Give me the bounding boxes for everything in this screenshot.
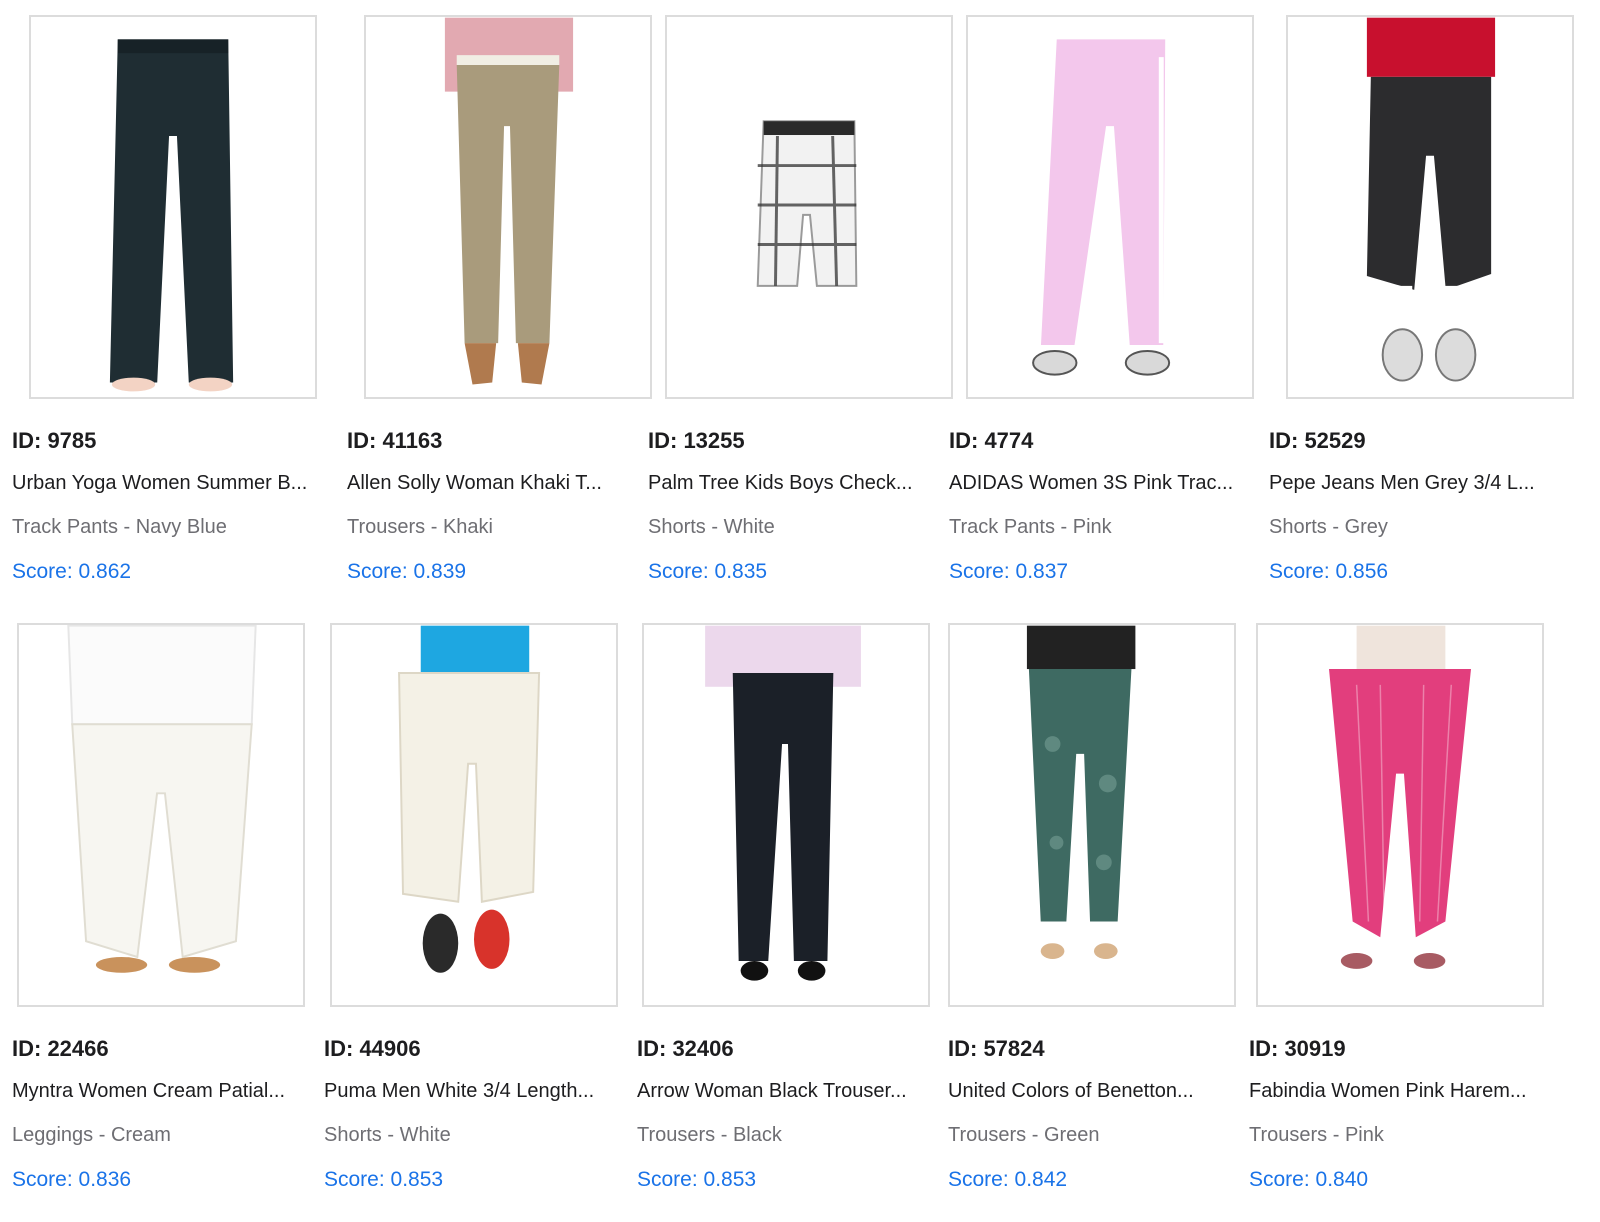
product-image[interactable] xyxy=(665,15,953,399)
product-title[interactable]: Puma Men White 3/4 Length... xyxy=(324,1080,649,1103)
product-title[interactable]: Myntra Women Cream Patial... xyxy=(12,1080,337,1103)
product-id: ID: 44906 xyxy=(324,1036,421,1061)
product-card[interactable]: ID: 32406 Arrow Woman Black Trouser... T… xyxy=(637,608,962,1198)
product-title[interactable]: Fabindia Women Pink Harem... xyxy=(1249,1080,1574,1103)
product-image[interactable] xyxy=(948,623,1236,1007)
product-category-color: Track Pants - Pink xyxy=(949,516,1112,538)
pink-track-pants-icon xyxy=(1032,39,1171,376)
product-card[interactable]: ID: 30919 Fabindia Women Pink Harem... T… xyxy=(1249,608,1574,1198)
product-image[interactable] xyxy=(29,15,317,399)
product-id: ID: 22466 xyxy=(12,1036,109,1061)
product-image[interactable] xyxy=(1286,15,1574,399)
product-id: ID: 4774 xyxy=(949,428,1034,453)
product-image[interactable] xyxy=(642,623,930,1007)
product-category-color: Trousers - Khaki xyxy=(347,516,493,538)
product-score: Score: 0.835 xyxy=(648,560,768,583)
product-image[interactable] xyxy=(17,623,305,1007)
check-shorts-icon xyxy=(756,120,858,287)
product-category-color: Trousers - Black xyxy=(637,1124,782,1146)
product-id: ID: 57824 xyxy=(948,1036,1045,1061)
product-category-color: Shorts - Grey xyxy=(1269,516,1388,538)
product-score: Score: 0.853 xyxy=(637,1168,757,1191)
product-card[interactable]: ID: 44906 Puma Men White 3/4 Length... S… xyxy=(324,608,649,1198)
product-id: ID: 9785 xyxy=(12,428,97,453)
product-title[interactable]: United Colors of Benetton... xyxy=(948,1080,1273,1103)
product-category-color: Leggings - Cream xyxy=(12,1124,171,1146)
product-image[interactable] xyxy=(1256,623,1544,1007)
white-capri-shorts-icon xyxy=(398,625,541,973)
product-category-color: Track Pants - Navy Blue xyxy=(12,516,227,538)
product-title[interactable]: Pepe Jeans Men Grey 3/4 L... xyxy=(1269,472,1594,495)
product-title[interactable]: Arrow Woman Black Trouser... xyxy=(637,1080,962,1103)
product-score: Score: 0.839 xyxy=(347,560,467,583)
product-score: Score: 0.840 xyxy=(1249,1168,1369,1191)
product-card[interactable]: ID: 4774 ADIDAS Women 3S Pink Trac... Tr… xyxy=(949,0,1274,590)
product-card[interactable]: ID: 52529 Pepe Jeans Men Grey 3/4 L... S… xyxy=(1269,0,1594,590)
product-card[interactable]: ID: 13255 Palm Tree Kids Boys Check... S… xyxy=(648,0,973,590)
product-score: Score: 0.842 xyxy=(948,1168,1068,1191)
product-id: ID: 52529 xyxy=(1269,428,1366,453)
khaki-trousers-icon xyxy=(444,17,574,385)
cream-patiala-icon xyxy=(67,625,257,973)
product-card[interactable]: ID: 22466 Myntra Women Cream Patial... L… xyxy=(12,608,337,1198)
grey-capri-jeans-icon xyxy=(1366,17,1496,382)
product-score: Score: 0.862 xyxy=(12,560,132,583)
product-image[interactable] xyxy=(364,15,652,399)
product-card[interactable]: ID: 9785 Urban Yoga Women Summer B... Tr… xyxy=(12,0,337,590)
product-id: ID: 30919 xyxy=(1249,1036,1346,1061)
pink-harem-pants-icon xyxy=(1329,625,1471,969)
product-id: ID: 41163 xyxy=(347,428,443,453)
green-print-trousers-icon xyxy=(1026,625,1136,959)
product-category-color: Trousers - Green xyxy=(948,1124,1100,1146)
product-id: ID: 32406 xyxy=(637,1036,734,1061)
product-card[interactable]: ID: 41163 Allen Solly Woman Khaki T... T… xyxy=(347,0,672,590)
product-score: Score: 0.853 xyxy=(324,1168,444,1191)
product-image[interactable] xyxy=(330,623,618,1007)
product-title[interactable]: Urban Yoga Women Summer B... xyxy=(12,472,337,495)
product-score: Score: 0.836 xyxy=(12,1168,132,1191)
product-score: Score: 0.856 xyxy=(1269,560,1389,583)
navy-track-pants-icon xyxy=(109,39,234,392)
product-category-color: Shorts - White xyxy=(648,516,775,538)
product-image[interactable] xyxy=(966,15,1254,399)
product-title[interactable]: Allen Solly Woman Khaki T... xyxy=(347,472,672,495)
product-id: ID: 13255 xyxy=(648,428,745,453)
product-title[interactable]: ADIDAS Women 3S Pink Trac... xyxy=(949,472,1274,495)
product-category-color: Trousers - Pink xyxy=(1249,1124,1384,1146)
black-trousers-icon xyxy=(705,625,861,981)
product-card[interactable]: ID: 57824 United Colors of Benetton... T… xyxy=(948,608,1273,1198)
product-category-color: Shorts - White xyxy=(324,1124,451,1146)
product-title[interactable]: Palm Tree Kids Boys Check... xyxy=(648,472,973,495)
product-score: Score: 0.837 xyxy=(949,560,1069,583)
